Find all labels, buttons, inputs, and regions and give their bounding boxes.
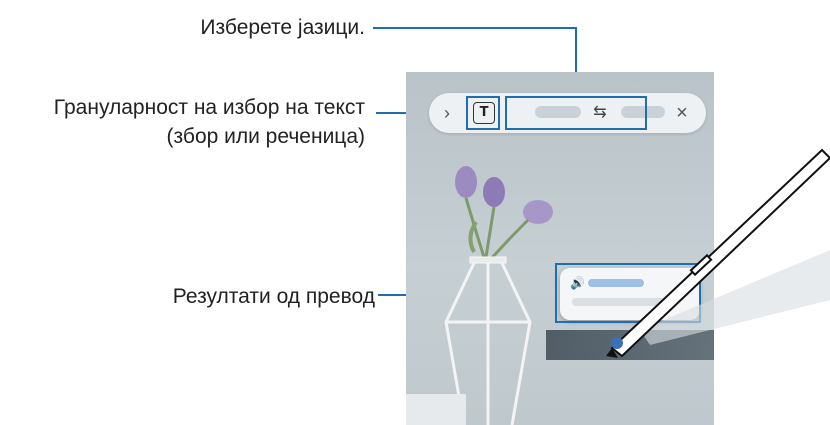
highlight-granularity-button xyxy=(466,96,500,130)
phone-screen: › T ⇆ × 🔊 xyxy=(406,72,714,425)
collapse-chevron-icon[interactable]: › xyxy=(439,102,455,124)
close-icon[interactable]: × xyxy=(672,101,692,125)
callout-translation-results: Резултати од превод xyxy=(172,285,375,308)
highlight-language-selector xyxy=(505,96,647,130)
callout-granularity-line1: Грануларност на избор на текст xyxy=(53,96,365,119)
callout-granularity-line2: (збор или реченица) xyxy=(166,125,365,148)
highlight-result-card xyxy=(555,263,701,323)
selected-text-band xyxy=(546,330,714,360)
callout-select-languages: Изберете јазици. xyxy=(200,16,365,39)
leader-languages-h xyxy=(373,27,577,29)
